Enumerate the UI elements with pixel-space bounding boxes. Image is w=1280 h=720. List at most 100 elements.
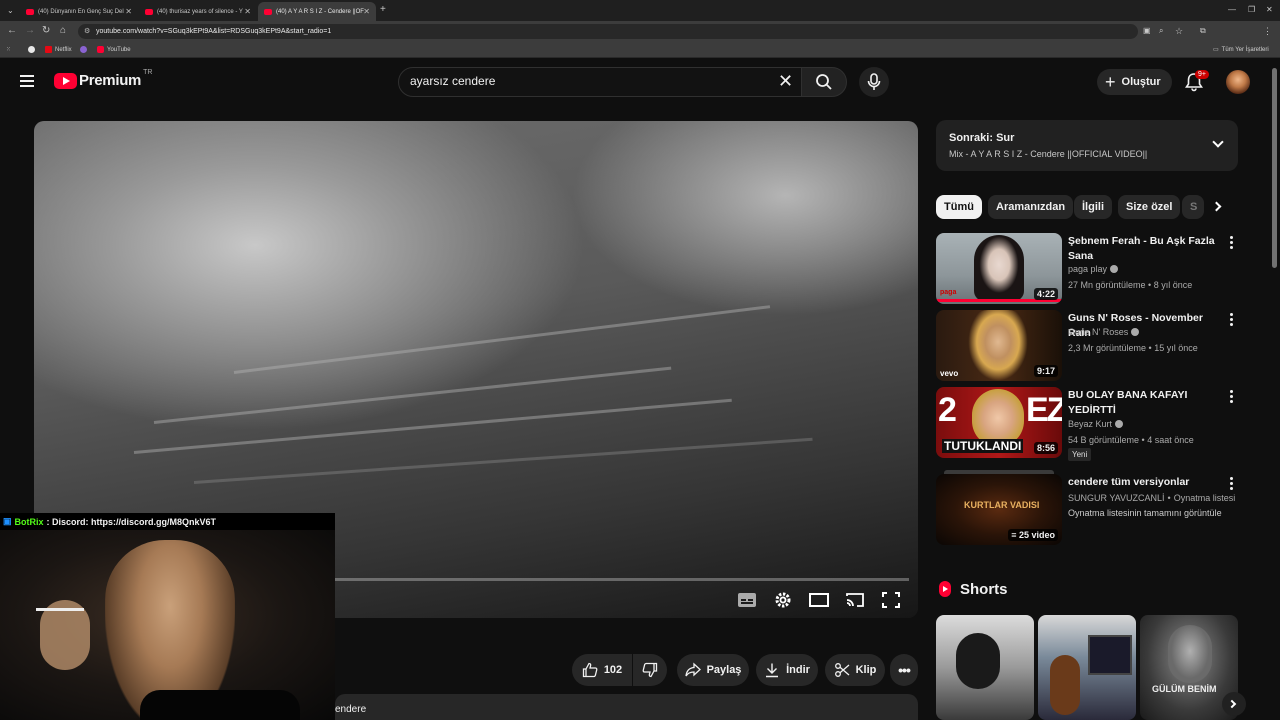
close-tab-icon[interactable]: ✕ [363, 7, 370, 16]
video-thumbnail[interactable]: 2 EZ TUTUKLANDI 8:56 [936, 387, 1062, 458]
user-avatar[interactable] [1226, 70, 1250, 94]
forward-icon[interactable]: → [25, 25, 35, 37]
view-count: 27 Mn görüntüleme [1068, 280, 1146, 290]
all-bookmarks[interactable]: ▭ Tüm Yer İşaretleri [1213, 46, 1269, 54]
clear-search-icon[interactable]: ✕ [778, 72, 793, 90]
recommendation-item[interactable]: 2 EZ TUTUKLANDI 8:56 BU OLAY BANA KAFAYI… [936, 387, 1238, 461]
thumbnail-text: KURTLAR VADISI [964, 500, 1040, 510]
channel-name[interactable]: Beyaz Kurt [1068, 419, 1124, 429]
more-vertical-icon[interactable] [1230, 313, 1234, 328]
recommendation-item[interactable]: vevo 9:17 Guns N' Roses - November Rain … [936, 310, 1238, 382]
bookmark-star-icon[interactable]: ☆ [1175, 25, 1183, 37]
tab-search-icon[interactable]: ⌄ [7, 5, 14, 17]
chip-truncated[interactable]: S [1182, 195, 1204, 219]
chip-for-you[interactable]: Size özel [1118, 195, 1181, 219]
minimize-icon[interactable]: — [1228, 4, 1236, 16]
extensions-icon[interactable]: ⧉ [1200, 25, 1206, 37]
youtube-premium-logo[interactable]: Premium TR [54, 69, 152, 89]
maximize-icon[interactable]: ❐ [1248, 4, 1255, 16]
channel-name[interactable]: SUNGUR YAVUZCANLİ • Oynatma listesi [1068, 493, 1235, 503]
share-button[interactable]: Paylaş [677, 654, 749, 686]
chip-related[interactable]: İlgili [1074, 195, 1112, 219]
channel-name[interactable]: Guns N' Roses [1068, 327, 1140, 337]
more-actions-button[interactable]: ••• [890, 654, 918, 686]
bookmark-extension-icon[interactable] [80, 46, 90, 53]
microphone-icon [867, 73, 881, 90]
bookmark-label: Netflix [55, 46, 72, 53]
youtube-favicon-icon [145, 8, 153, 15]
cast-icon[interactable] [845, 591, 865, 609]
search-button[interactable] [801, 67, 847, 97]
subtitles-icon[interactable] [737, 591, 757, 609]
playlist-thumbnail[interactable]: KURTLAR VADISI ≡ 25 video [936, 474, 1062, 545]
back-icon[interactable]: ← [7, 25, 17, 37]
video-progress-bar[interactable] [334, 578, 909, 581]
video-duration: 9:17 [1033, 365, 1058, 377]
close-tab-icon[interactable]: ✕ [244, 7, 251, 16]
voice-search-button[interactable] [859, 67, 889, 97]
video-thumbnail[interactable]: paga 4:22 [936, 233, 1062, 304]
browser-tab-strip: ⌄ (40) Dünyanın En Genç Suç Del ✕ (40) t… [0, 0, 1280, 21]
zoom-icon[interactable]: ⌕ [1159, 25, 1163, 37]
more-vertical-icon[interactable] [1230, 390, 1234, 405]
youtube-icon [97, 46, 104, 53]
home-icon[interactable]: ⌂ [60, 25, 66, 37]
url-bar[interactable]: ⚙ youtube.com/watch?v=SGuq3kEPt9A&list=R… [78, 24, 1138, 39]
fullscreen-icon[interactable] [881, 591, 901, 609]
search-box[interactable] [398, 67, 802, 97]
channel-name[interactable]: paga play [1068, 264, 1119, 274]
more-vertical-icon[interactable] [1230, 236, 1234, 251]
video-thumbnail[interactable]: vevo 9:17 [936, 310, 1062, 381]
short-thumbnail[interactable] [936, 615, 1034, 720]
search-icon [816, 74, 832, 90]
site-info-icon[interactable]: ⚙ [84, 24, 90, 39]
video-title[interactable]: Şebnem Ferah - Bu Aşk Fazla Sana [1068, 234, 1223, 264]
like-button[interactable]: 102 [572, 654, 632, 686]
view-full-playlist-link[interactable]: Oynatma listesinin tamamını görüntüle [1068, 508, 1222, 518]
browser-menu-icon[interactable]: ⋮ [1263, 25, 1272, 37]
new-tab-icon[interactable]: + [380, 4, 386, 16]
playlist-icon: ≡ [1011, 530, 1019, 540]
bookmark-youtube[interactable]: YouTube [97, 46, 131, 53]
shorts-next-button[interactable] [1222, 692, 1246, 716]
short-thumbnail[interactable] [1038, 615, 1136, 720]
window-close-icon[interactable]: ✕ [1266, 4, 1273, 16]
page-scrollbar[interactable] [1272, 68, 1277, 268]
chip-next-button[interactable] [1206, 195, 1232, 219]
chip-all[interactable]: Tümü [936, 195, 982, 219]
clip-button[interactable]: Klip [825, 654, 885, 686]
search-input[interactable] [410, 74, 770, 88]
playlist-item[interactable]: KURTLAR VADISI ≡ 25 video cendere tüm ve… [936, 470, 1238, 546]
chip-from-search[interactable]: Aramanızdan [988, 195, 1074, 219]
video-title[interactable]: BU OLAY BANA KAFAYI YEDİRTTİ [1068, 388, 1223, 418]
thumbnail-letters-decoration: EZ [1026, 391, 1062, 429]
settings-gear-icon[interactable] [773, 591, 793, 609]
browser-tab-active[interactable]: (40) A Y A R S I Z - Cendere ||OF ✕ [258, 2, 376, 21]
menu-icon[interactable] [20, 75, 34, 87]
thumbs-down-icon [642, 662, 658, 678]
browser-tab[interactable]: (40) thurisaz years of silence - Y ✕ [139, 2, 257, 21]
recommendation-item[interactable]: paga 4:22 Şebnem Ferah - Bu Aşk Fazla Sa… [936, 233, 1238, 305]
more-vertical-icon[interactable] [1230, 477, 1234, 492]
thumbnail-caption: GÜLÜM BENİM [1152, 684, 1217, 694]
mix-playlist-header[interactable]: Sonraki: Sur Mix - A Y A R S I Z - Cende… [936, 120, 1238, 171]
bookmark-chrome-icon[interactable] [28, 46, 38, 53]
install-icon[interactable]: ▣ [1143, 25, 1151, 37]
thumbnail-portrait [968, 310, 1028, 381]
download-button[interactable]: İndir [756, 654, 818, 686]
description-box[interactable]: endere [335, 694, 918, 720]
view-count: 54 B görüntüleme [1068, 435, 1140, 445]
apps-icon[interactable]: ⁙ [6, 46, 11, 53]
theater-mode-icon[interactable] [809, 591, 829, 609]
close-tab-icon[interactable]: ✕ [125, 7, 132, 16]
video-duration: 8:56 [1033, 442, 1058, 454]
dislike-button[interactable] [633, 654, 667, 686]
browser-tab[interactable]: (40) Dünyanın En Genç Suç Del ✕ [20, 2, 138, 21]
chevron-down-icon[interactable] [1212, 136, 1224, 148]
vevo-logo-text: vevo [940, 369, 959, 378]
reload-icon[interactable]: ↻ [42, 25, 50, 37]
create-button[interactable]: + Oluştur [1097, 69, 1172, 95]
thumbnail-figure [1050, 655, 1080, 715]
bookmark-netflix[interactable]: Netflix [45, 46, 72, 53]
playlist-title[interactable]: cendere tüm versiyonlar [1068, 475, 1223, 490]
